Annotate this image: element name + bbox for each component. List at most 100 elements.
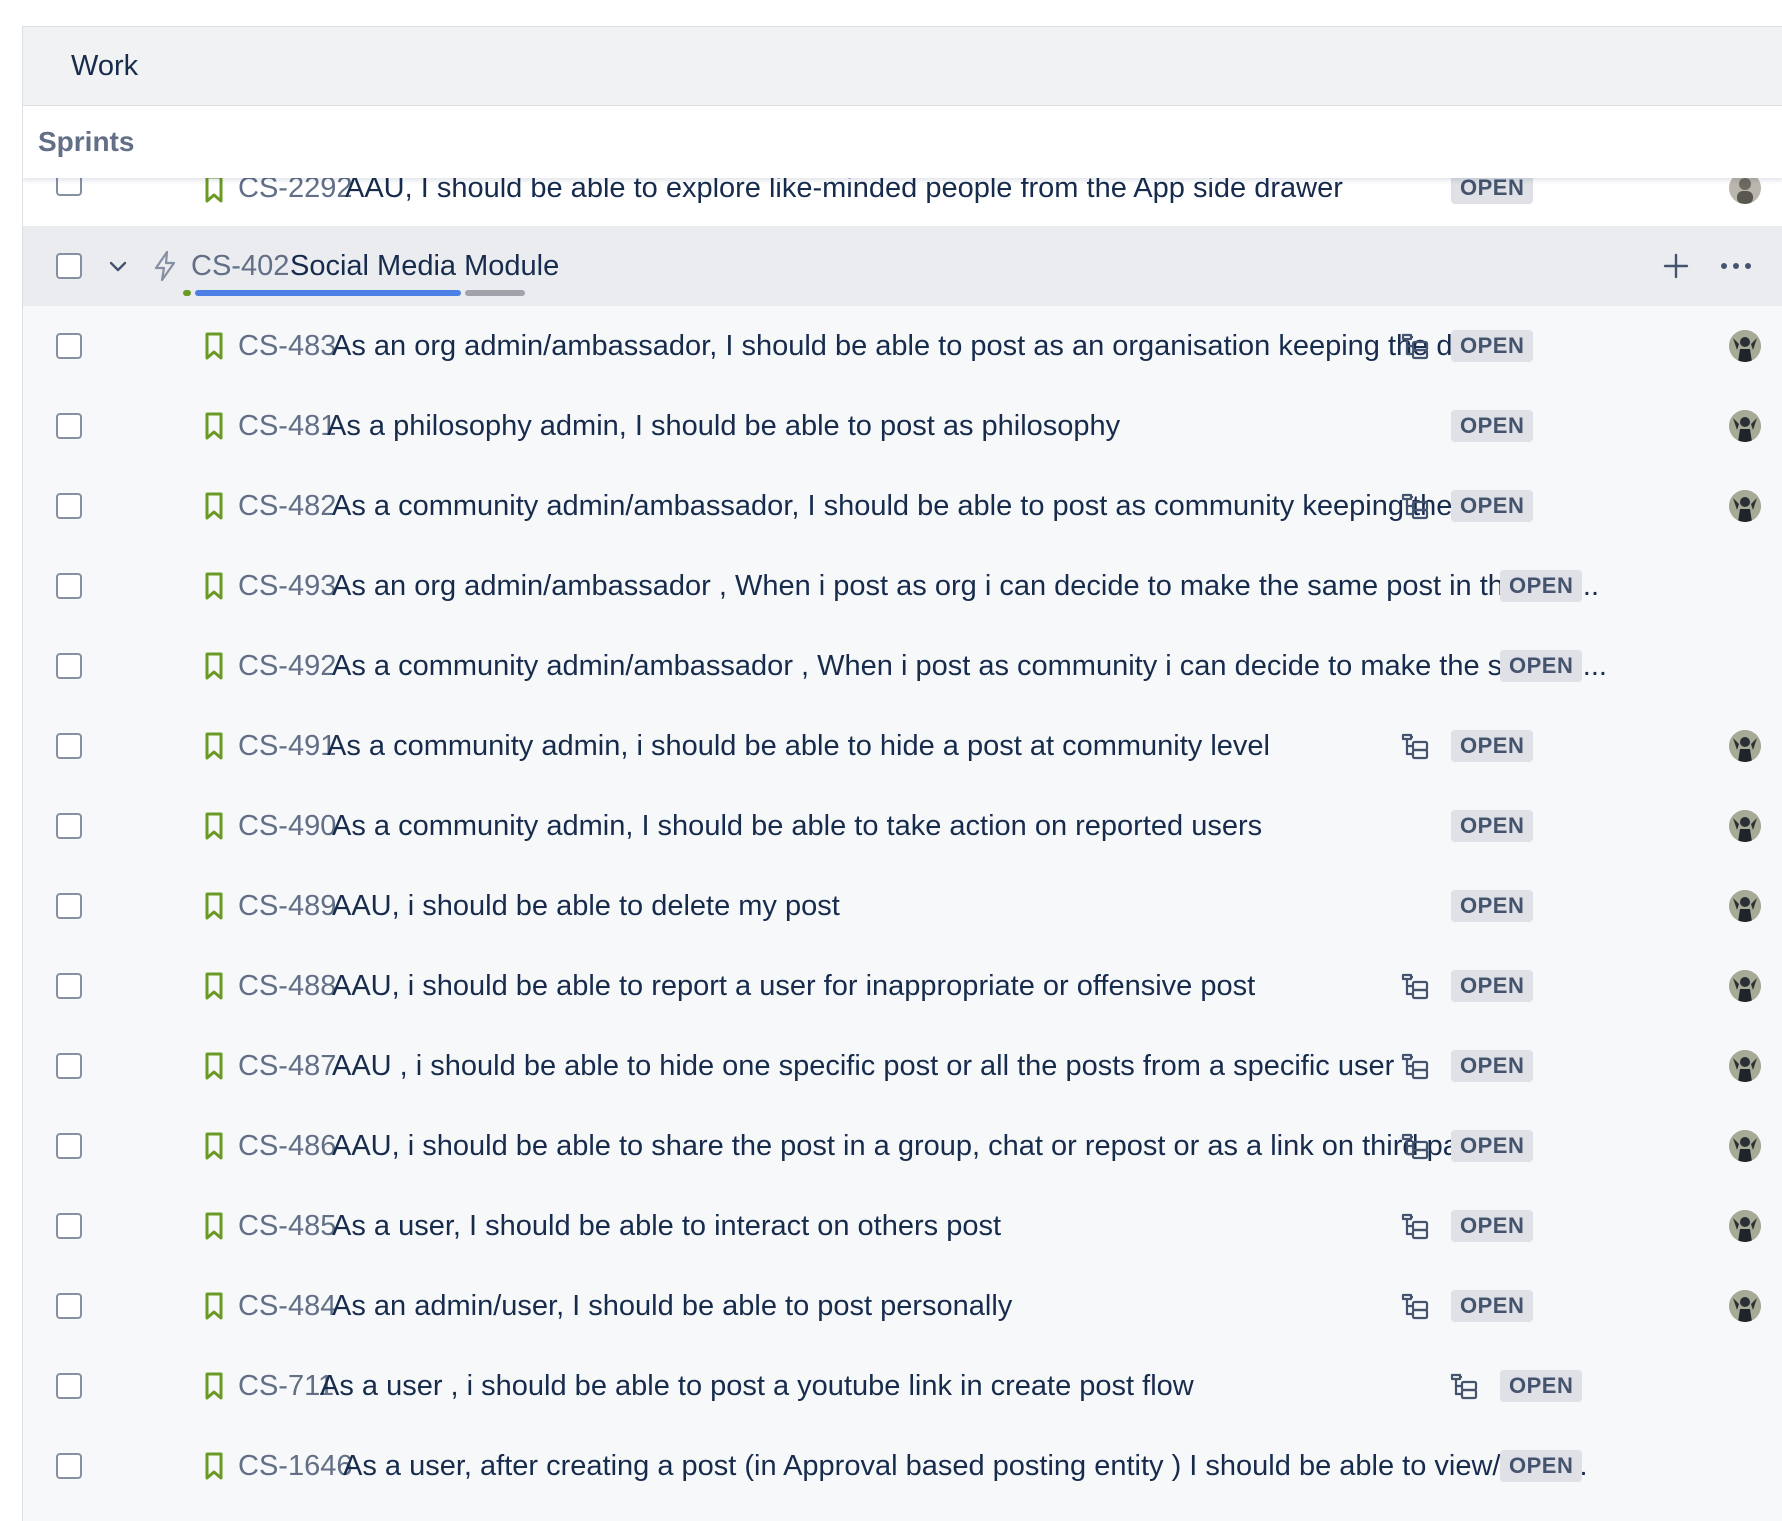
issue-checkbox[interactable]	[56, 1053, 82, 1079]
issue-checkbox[interactable]	[56, 1453, 82, 1479]
epic-row[interactable]: CS-402 Social Media Module	[23, 226, 1782, 306]
status-badge[interactable]: OPEN	[1451, 1130, 1534, 1162]
subtask-tree-icon[interactable]	[1400, 1052, 1430, 1080]
avatar[interactable]	[1729, 730, 1761, 762]
issue-summary[interactable]: As an org admin/ambassador, I should be …	[332, 330, 1507, 363]
status-badge[interactable]: OPEN	[1451, 1210, 1534, 1242]
issue-summary[interactable]: As a user , i should be able to post a y…	[320, 1370, 1194, 1403]
issue-row[interactable]: CS-482 As a community admin/ambassador, I…	[23, 466, 1782, 546]
subtask-tree-icon[interactable]	[1449, 1372, 1479, 1400]
subtask-tree-icon[interactable]	[1400, 972, 1430, 1000]
status-badge[interactable]: OPEN	[1451, 410, 1534, 442]
issue-key[interactable]: CS-488	[238, 970, 336, 1003]
status-badge[interactable]: OPEN	[1451, 970, 1534, 1002]
issue-key[interactable]: CS-485	[238, 1210, 336, 1243]
issue-checkbox[interactable]	[56, 653, 82, 679]
status-badge[interactable]: OPEN	[1451, 1290, 1534, 1322]
issue-row[interactable]: CS-491 As a community admin, i should be …	[23, 706, 1782, 786]
status-badge[interactable]: OPEN	[1451, 1050, 1534, 1082]
issue-row[interactable]: CS-1646 As a user, after creating a post …	[23, 1426, 1782, 1506]
issue-key[interactable]: CS-487	[238, 1050, 336, 1083]
avatar[interactable]	[1729, 330, 1761, 362]
issue-key[interactable]: CS-491	[238, 730, 336, 763]
subtask-tree-icon[interactable]	[1400, 332, 1430, 360]
issue-checkbox[interactable]	[56, 413, 82, 439]
status-badge[interactable]: OPEN	[1451, 490, 1534, 522]
avatar[interactable]	[1729, 1290, 1761, 1322]
issue-checkbox[interactable]	[56, 493, 82, 519]
issue-row[interactable]: CS-488 AAU, i should be able to report a …	[23, 946, 1782, 1026]
issue-key[interactable]: CS-482	[238, 490, 336, 523]
issue-row[interactable]: CS-481 As a philosophy admin, I should be…	[23, 386, 1782, 466]
subtask-tree-icon[interactable]	[1400, 1212, 1430, 1240]
issue-key[interactable]: CS-1646	[238, 1450, 352, 1483]
avatar[interactable]	[1729, 410, 1761, 442]
issue-key[interactable]: CS-484	[238, 1290, 336, 1323]
issue-checkbox[interactable]	[56, 333, 82, 359]
issue-key[interactable]: CS-481	[238, 410, 336, 443]
issue-checkbox[interactable]	[56, 1293, 82, 1319]
subtask-tree-icon[interactable]	[1400, 1292, 1430, 1320]
issue-row[interactable]: CS-486 AAU, i should be able to share the…	[23, 1106, 1782, 1186]
issue-row[interactable]: CS-487 AAU , i should be able to hide one…	[23, 1026, 1782, 1106]
issue-checkbox[interactable]	[56, 1213, 82, 1239]
chevron-down-icon[interactable]	[105, 253, 131, 279]
issue-row[interactable]: CS-484 As an admin/user, I should be able…	[23, 1266, 1782, 1346]
issue-row[interactable]: CS-493 As an org admin/ambassador , When …	[23, 546, 1782, 626]
issue-summary[interactable]: As a user, I should be able to interact …	[332, 1210, 1001, 1243]
subtask-tree-icon[interactable]	[1400, 492, 1430, 520]
issue-checkbox[interactable]	[56, 733, 82, 759]
issue-row[interactable]: CS-485 As a user, I should be able to int…	[23, 1186, 1782, 1266]
issue-summary[interactable]: AAU, i should be able to share the post …	[332, 1130, 1523, 1163]
issue-summary[interactable]: AAU , i should be able to hide one speci…	[332, 1050, 1394, 1083]
issue-key[interactable]: CS-492	[238, 650, 336, 683]
more-actions-button[interactable]	[1719, 249, 1753, 283]
issue-checkbox[interactable]	[56, 973, 82, 999]
status-badge[interactable]: OPEN	[1500, 570, 1583, 602]
issue-summary[interactable]: As an admin/user, I should be able to po…	[332, 1290, 1012, 1323]
issue-row[interactable]: CS-492 As a community admin/ambassador , …	[23, 626, 1782, 706]
status-badge[interactable]: OPEN	[1451, 330, 1534, 362]
status-badge[interactable]: OPEN	[1451, 730, 1534, 762]
epic-key[interactable]: CS-402	[191, 250, 289, 283]
status-badge[interactable]: OPEN	[1451, 810, 1534, 842]
issue-key[interactable]: CS-486	[238, 1130, 336, 1163]
status-badge[interactable]: OPEN	[1451, 890, 1534, 922]
issue-summary[interactable]: As a user, after creating a post (in App…	[343, 1450, 1588, 1483]
issue-row[interactable]: CS-711 As a user , i should be able to po…	[23, 1346, 1782, 1426]
issue-key[interactable]: CS-490	[238, 810, 336, 843]
issue-checkbox[interactable]	[56, 1133, 82, 1159]
avatar[interactable]	[1729, 1130, 1761, 1162]
status-badge[interactable]: OPEN	[1500, 1450, 1583, 1482]
avatar[interactable]	[1729, 1050, 1761, 1082]
issue-summary[interactable]: As a community admin, I should be able t…	[332, 810, 1262, 843]
issue-checkbox[interactable]	[56, 813, 82, 839]
avatar[interactable]	[1729, 970, 1761, 1002]
avatar[interactable]	[1729, 890, 1761, 922]
avatar[interactable]	[1729, 1210, 1761, 1242]
issue-summary[interactable]: As a community admin/ambassador, I shoul…	[332, 490, 1501, 523]
issue-summary[interactable]: As a philosophy admin, I should be able …	[327, 410, 1120, 443]
sprints-header[interactable]: Sprints	[23, 106, 1782, 178]
add-child-button[interactable]	[1659, 249, 1693, 283]
issue-key[interactable]: CS-493	[238, 570, 336, 603]
subtask-tree-icon[interactable]	[1400, 732, 1430, 760]
avatar[interactable]	[1729, 810, 1761, 842]
issue-summary[interactable]: As a community admin, i should be able t…	[327, 730, 1270, 763]
issue-checkbox[interactable]	[56, 893, 82, 919]
issue-row[interactable]: CS-489 AAU, i should be able to delete my…	[23, 866, 1782, 946]
epic-summary[interactable]: Social Media Module	[290, 250, 559, 283]
issue-summary[interactable]: AAU, i should be able to report a user f…	[332, 970, 1255, 1003]
issue-summary[interactable]: AAU, i should be able to delete my post	[332, 890, 840, 923]
subtask-tree-icon[interactable]	[1400, 1132, 1430, 1160]
issue-checkbox[interactable]	[56, 573, 82, 599]
status-badge[interactable]: OPEN	[1500, 1370, 1583, 1402]
issue-checkbox[interactable]	[56, 1373, 82, 1399]
epic-checkbox[interactable]	[56, 253, 82, 279]
issue-key[interactable]: CS-483	[238, 330, 336, 363]
issue-key[interactable]: CS-489	[238, 890, 336, 923]
issue-row[interactable]: CS-2292 AAU, I should be able to explore…	[23, 172, 1782, 226]
status-badge[interactable]: OPEN	[1500, 650, 1583, 682]
issue-row[interactable]: CS-490 As a community admin, I should be …	[23, 786, 1782, 866]
issue-summary[interactable]: As an org admin/ambassador , When i post…	[332, 570, 1599, 603]
